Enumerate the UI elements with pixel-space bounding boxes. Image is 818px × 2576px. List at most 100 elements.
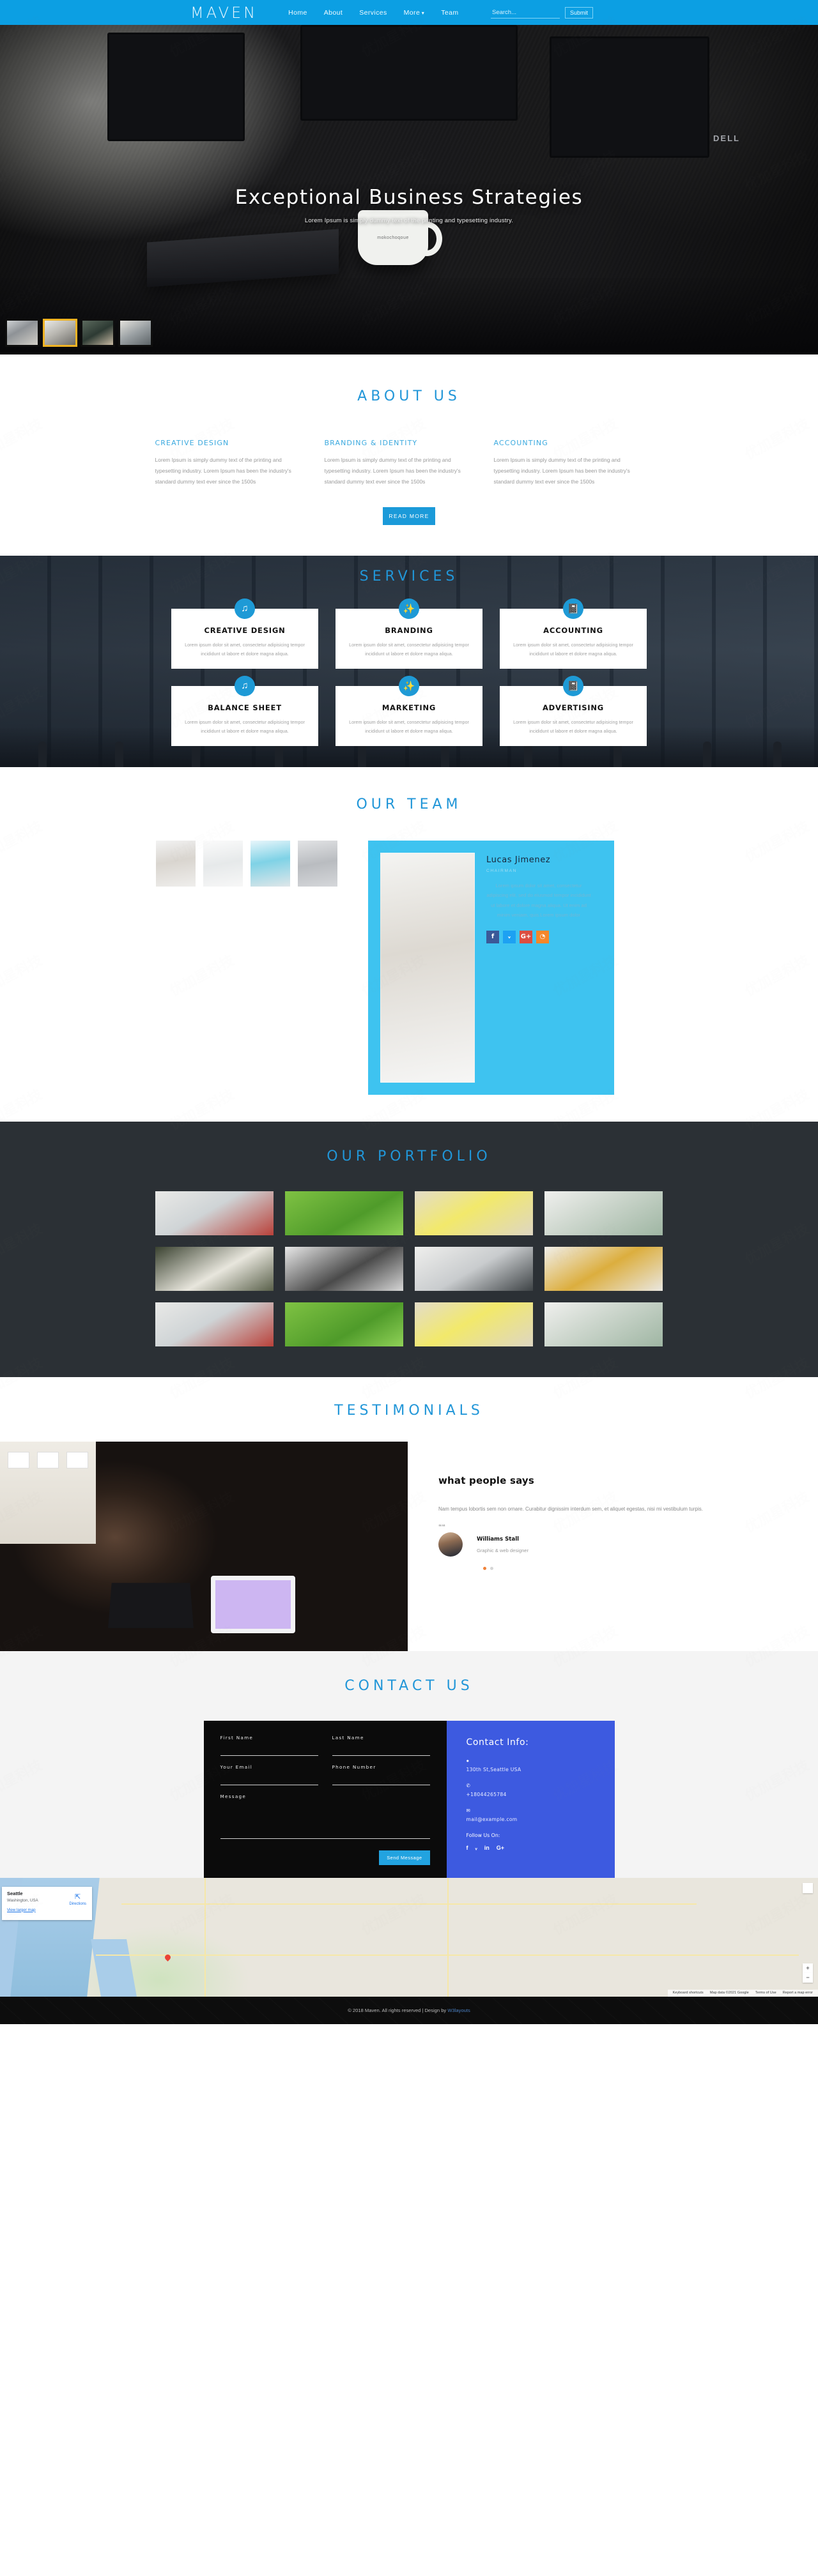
- map-road-1: [121, 1903, 697, 1905]
- testimonial-author: Williams Stall Graphic & web designer: [438, 1532, 727, 1557]
- map-zoom-controls: + −: [803, 1963, 813, 1983]
- phone-input[interactable]: [332, 1769, 430, 1785]
- designer-link[interactable]: W3layouts: [447, 2008, 470, 2013]
- search-input[interactable]: [490, 6, 560, 19]
- about-columns: CREATIVE DESIGN Lorem Ipsum is simply du…: [155, 439, 663, 488]
- message-input[interactable]: [220, 1799, 430, 1839]
- service-card-advertising[interactable]: 📓 ADVERTISING Lorem ipsum dolor sit amet…: [500, 675, 647, 746]
- nav-item-more[interactable]: More: [404, 9, 425, 17]
- hero-thumb-4[interactable]: [118, 319, 153, 347]
- portfolio-item-10[interactable]: [285, 1302, 403, 1346]
- team-thumb-3[interactable]: [251, 840, 290, 887]
- about-heading-3: ACCOUNTING: [493, 439, 548, 447]
- team-section: OUR TEAM Lucas Jimenez CHAIRMAN Lorem ip…: [0, 766, 818, 1122]
- hero-thumb-2[interactable]: [43, 319, 77, 347]
- portfolio-section: OUR PORTFOLIO: [0, 1121, 818, 1377]
- map-zoom-out-button[interactable]: −: [803, 1972, 813, 1983]
- contact-phone[interactable]: +18044265784: [467, 1792, 615, 1797]
- team-social-links: f ᵥ G+ ◔: [486, 930, 591, 943]
- send-message-button[interactable]: Send Message: [379, 1850, 430, 1865]
- portfolio-item-4[interactable]: [544, 1191, 663, 1235]
- about-column-creative-design: CREATIVE DESIGN Lorem Ipsum is simply du…: [155, 439, 325, 488]
- portfolio-item-8[interactable]: [544, 1246, 663, 1291]
- magic-wand-icon: ✨: [399, 675, 419, 696]
- team-thumb-4[interactable]: [298, 840, 337, 887]
- portfolio-item-3[interactable]: [415, 1191, 533, 1235]
- hero-thumb-1[interactable]: [5, 319, 40, 347]
- map-road-2: [204, 1877, 206, 1997]
- first-name-input[interactable]: [220, 1740, 318, 1756]
- nav-item-about[interactable]: About: [324, 9, 343, 17]
- envelope-icon: ✉: [466, 1807, 470, 1813]
- rss-icon[interactable]: ◔: [536, 930, 549, 943]
- hero-content: Exceptional Business Strategies Lorem Ip…: [0, 25, 818, 224]
- twitter-icon[interactable]: ᵥ: [503, 930, 516, 943]
- pagination-dot-1[interactable]: [483, 1567, 486, 1571]
- team-featured-info: Lucas Jimenez CHAIRMAN Lorem ipsum dolor…: [475, 853, 591, 1083]
- service-card-branding[interactable]: ✨ BRANDING Lorem ipsum dolor sit amet, c…: [336, 598, 482, 669]
- service-card-accounting[interactable]: 📓 ACCOUNTING Lorem ipsum dolor sit amet,…: [500, 598, 647, 669]
- read-more-button[interactable]: READ MORE: [383, 507, 435, 525]
- portfolio-item-12[interactable]: [544, 1302, 663, 1346]
- first-name-label: First Name: [220, 1734, 254, 1741]
- nav-item-home[interactable]: Home: [288, 9, 307, 17]
- twitter-icon[interactable]: ᵥ: [475, 1845, 477, 1851]
- contact-info-panel: Contact Info: ●︎ 130th St,Seattle USA ✆ …: [446, 1720, 615, 1878]
- map-report-error[interactable]: Report a map error: [783, 1991, 813, 1995]
- first-name-field: First Name: [220, 1735, 318, 1756]
- follow-us-label: Follow Us On:: [466, 1832, 500, 1838]
- linkedin-icon[interactable]: in: [484, 1845, 490, 1851]
- search-submit-button[interactable]: Submit: [564, 6, 593, 19]
- map-zoom-in-button[interactable]: +: [803, 1963, 813, 1973]
- brand-logo[interactable]: MAVEN: [190, 4, 258, 22]
- service-text-2: Lorem ipsum dolor sit amet, consectetur …: [349, 641, 469, 657]
- google-plus-icon[interactable]: G+: [520, 930, 532, 943]
- service-card-marketing[interactable]: ✨ MARKETING Lorem ipsum dolor sit amet, …: [336, 675, 482, 746]
- portfolio-item-5[interactable]: [155, 1246, 274, 1291]
- map-keyboard-shortcuts[interactable]: Keyboard shortcuts: [673, 1991, 704, 1995]
- music-note-icon: ♫: [235, 598, 255, 619]
- nav-item-team[interactable]: Team: [441, 9, 458, 17]
- service-title-1: CREATIVE DESIGN: [204, 625, 286, 635]
- map-fullscreen-button[interactable]: [803, 1882, 813, 1893]
- service-card-balance-sheet[interactable]: ♫ BALANCE SHEET Lorem ipsum dolor sit am…: [171, 675, 318, 746]
- service-card-creative-design[interactable]: ♫ CREATIVE DESIGN Lorem ipsum dolor sit …: [171, 598, 318, 669]
- portfolio-item-6[interactable]: [285, 1246, 403, 1291]
- google-plus-icon[interactable]: G+: [497, 1845, 504, 1851]
- directions-label: Directions: [69, 1902, 86, 1906]
- testimonials-section: TESTIMONIALS what people says Nam tempus…: [0, 1376, 818, 1651]
- team-thumb-2[interactable]: [203, 840, 243, 887]
- nav-item-services[interactable]: Services: [359, 9, 387, 17]
- facebook-icon[interactable]: f: [486, 930, 499, 943]
- portfolio-item-11[interactable]: [415, 1302, 533, 1346]
- email-field: Your Email: [220, 1764, 318, 1785]
- about-text-3: Lorem Ipsum is simply dummy text of the …: [493, 457, 630, 485]
- hero-title: Exceptional Business Strategies: [235, 186, 583, 209]
- portfolio-item-9[interactable]: [155, 1302, 274, 1346]
- contact-email[interactable]: mail@example.com: [467, 1817, 615, 1822]
- portfolio-item-1[interactable]: [155, 1191, 274, 1235]
- last-name-input[interactable]: [332, 1740, 430, 1756]
- author-details: Williams Stall Graphic & web designer: [477, 1536, 529, 1553]
- service-text-1: Lorem ipsum dolor sit amet, consectetur …: [185, 641, 305, 657]
- facebook-icon[interactable]: f: [467, 1845, 468, 1851]
- contact-row: Your Email Phone Number: [220, 1764, 430, 1794]
- map-terms-of-use[interactable]: Terms of Use: [755, 1991, 776, 1995]
- email-input[interactable]: [220, 1769, 318, 1785]
- team-thumbnail-grid: [153, 840, 345, 887]
- about-heading-2: BRANDING & IDENTITY: [324, 439, 418, 447]
- view-larger-map-link[interactable]: View larger map: [7, 1908, 36, 1912]
- map-directions-button[interactable]: ⇱ Directions: [69, 1893, 86, 1906]
- search-form: Submit: [490, 6, 818, 19]
- location-pin-icon: ●︎: [466, 1757, 470, 1764]
- notebook-icon: 📓: [563, 598, 583, 619]
- map-section[interactable]: Seattle Washington, USA View larger map …: [0, 1877, 818, 1997]
- portfolio-item-7[interactable]: [415, 1246, 533, 1291]
- mug-label: mokochoqoue: [377, 236, 409, 240]
- portfolio-item-2[interactable]: [285, 1191, 403, 1235]
- pagination-dot-2[interactable]: [490, 1567, 493, 1571]
- hero-thumb-3[interactable]: [81, 319, 115, 347]
- service-title-3: ACCOUNTING: [543, 625, 603, 635]
- team-member-role: CHAIRMAN: [486, 868, 517, 873]
- team-thumb-1[interactable]: [156, 840, 196, 887]
